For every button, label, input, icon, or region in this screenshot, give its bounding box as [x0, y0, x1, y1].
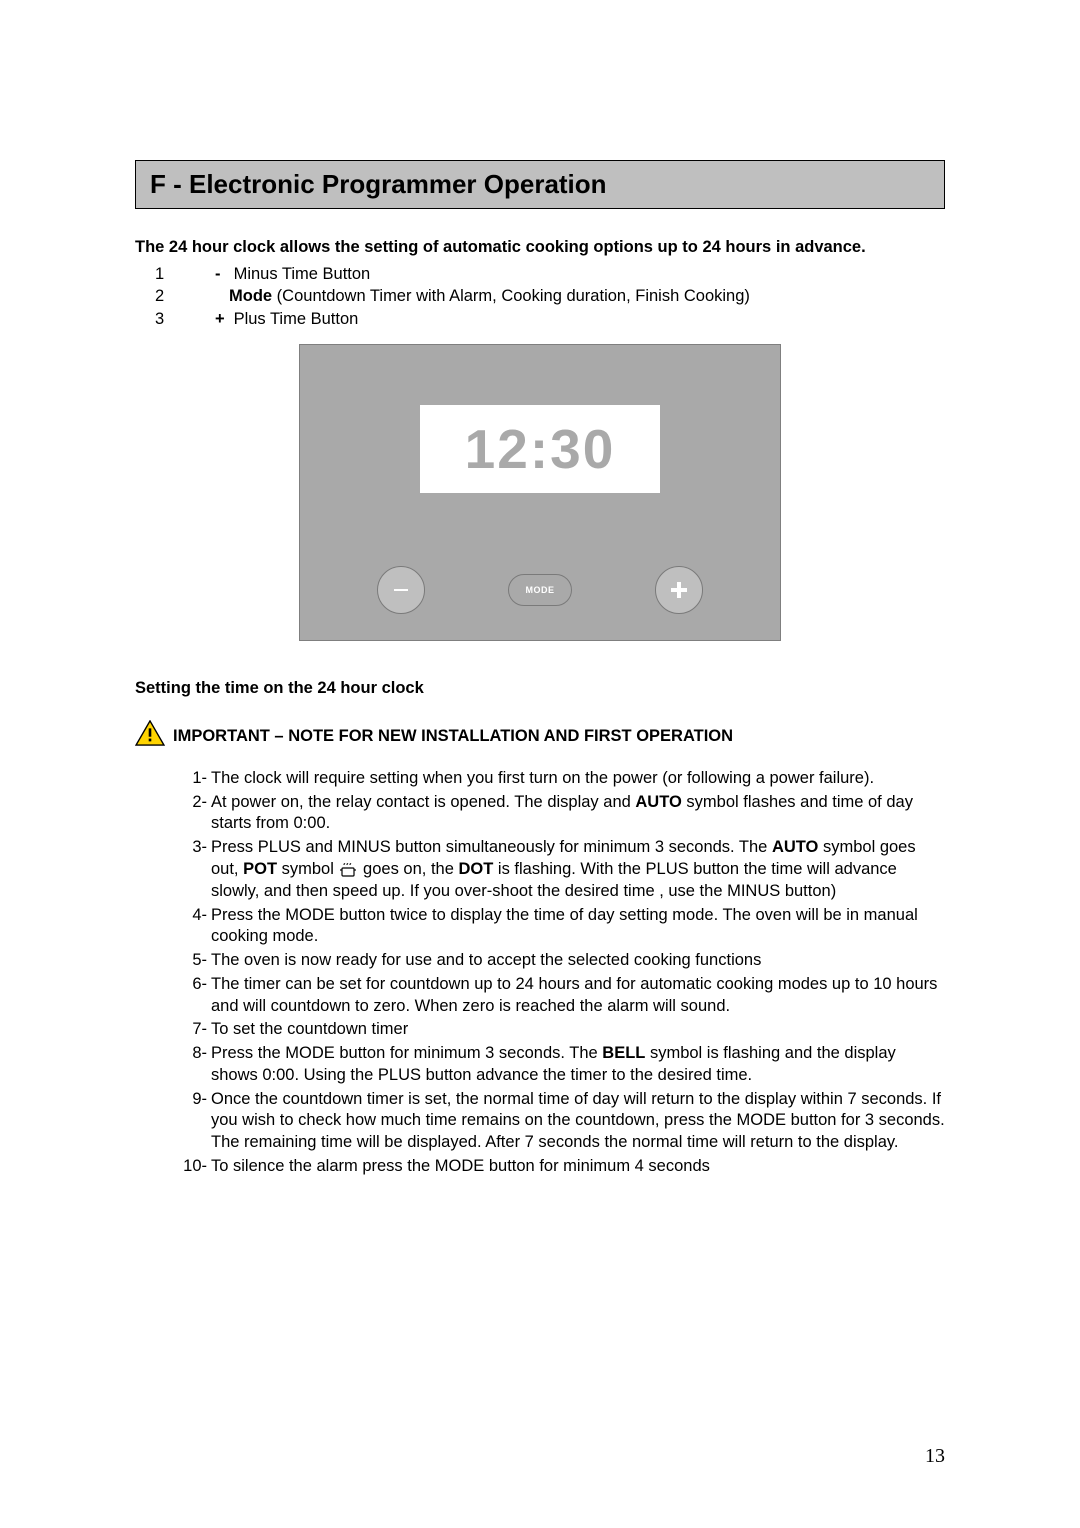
step-text: Press PLUS and MINUS button simultaneous… [211, 838, 772, 856]
legend-num: 1 [155, 263, 215, 285]
subheading: Setting the time on the 24 hour clock [135, 679, 945, 698]
step-bold: AUTO [635, 793, 681, 811]
button-row: MODE [300, 566, 780, 614]
clock-time: 12:30 [465, 417, 616, 481]
legend-row: 1 - Minus Time Button [155, 263, 945, 285]
button-legend: 1 - Minus Time Button 2 Mode (Countdown … [155, 263, 945, 330]
legend-row: 3 + Plus Time Button [155, 308, 945, 330]
step-text: The oven is now ready for use and to acc… [211, 951, 761, 969]
step-text: Press the MODE button twice to display t… [211, 906, 918, 946]
plus-button[interactable] [655, 566, 703, 614]
step-text: To silence the alarm press the MODE butt… [211, 1157, 710, 1175]
list-item: At power on, the relay contact is opened… [211, 792, 945, 836]
minus-button[interactable] [377, 566, 425, 614]
step-text: The timer can be set for countdown up to… [211, 975, 937, 1015]
list-item: The oven is now ready for use and to acc… [211, 950, 945, 972]
legend-bold: Mode [229, 287, 272, 305]
plus-icon [671, 582, 687, 598]
step-bold: BELL [602, 1044, 645, 1062]
step-text: symbol [277, 860, 338, 878]
mode-button[interactable]: MODE [508, 574, 572, 606]
mode-label: MODE [525, 585, 554, 595]
step-text: Press the MODE button for minimum 3 seco… [211, 1044, 602, 1062]
step-bold: AUTO [772, 838, 818, 856]
step-text: At power on, the relay contact is opened… [211, 793, 635, 811]
list-item: The timer can be set for countdown up to… [211, 974, 945, 1018]
step-text: goes on, the [358, 860, 458, 878]
control-panel: 12:30 MODE [299, 344, 781, 641]
step-text: The clock will require setting when you … [211, 769, 874, 787]
minus-symbol: - [215, 263, 229, 285]
legend-text: Minus Time Button [229, 265, 370, 283]
important-notice-text: IMPORTANT – NOTE FOR NEW INSTALLATION AN… [173, 727, 733, 746]
list-item: The clock will require setting when you … [211, 768, 945, 790]
step-bold: POT [243, 860, 277, 878]
list-item: Press PLUS and MINUS button simultaneous… [211, 837, 945, 902]
control-panel-figure: 12:30 MODE [135, 344, 945, 641]
list-item: To silence the alarm press the MODE butt… [211, 1156, 945, 1178]
list-item: To set the countdown timer [211, 1019, 945, 1041]
clock-display: 12:30 [420, 405, 660, 493]
warning-triangle-icon [135, 720, 165, 746]
list-item: Once the countdown timer is set, the nor… [211, 1089, 945, 1154]
page-number: 13 [925, 1445, 945, 1468]
important-notice-row: IMPORTANT – NOTE FOR NEW INSTALLATION AN… [135, 720, 945, 746]
step-text: To set the countdown timer [211, 1020, 408, 1038]
legend-num: 2 [155, 285, 215, 307]
intro-text: The 24 hour clock allows the setting of … [135, 237, 945, 258]
plus-symbol: + [215, 308, 229, 330]
pot-icon [340, 863, 356, 877]
list-item: Press the MODE button twice to display t… [211, 905, 945, 949]
legend-row: 2 Mode (Countdown Timer with Alarm, Cook… [155, 285, 945, 307]
instruction-list: The clock will require setting when you … [135, 768, 945, 1178]
minus-icon [394, 589, 408, 591]
step-text: Once the countdown timer is set, the nor… [211, 1090, 945, 1152]
legend-text: Plus Time Button [229, 310, 358, 328]
legend-desc: - Minus Time Button [215, 263, 370, 285]
step-bold: DOT [458, 860, 493, 878]
legend-text: (Countdown Timer with Alarm, Cooking dur… [272, 287, 750, 305]
list-item: Press the MODE button for minimum 3 seco… [211, 1043, 945, 1087]
page: F - Electronic Programmer Operation The … [0, 0, 1080, 1528]
legend-num: 3 [155, 308, 215, 330]
legend-desc: + Plus Time Button [215, 308, 358, 330]
legend-desc: Mode (Countdown Timer with Alarm, Cookin… [215, 285, 750, 307]
section-heading: F - Electronic Programmer Operation [135, 160, 945, 209]
